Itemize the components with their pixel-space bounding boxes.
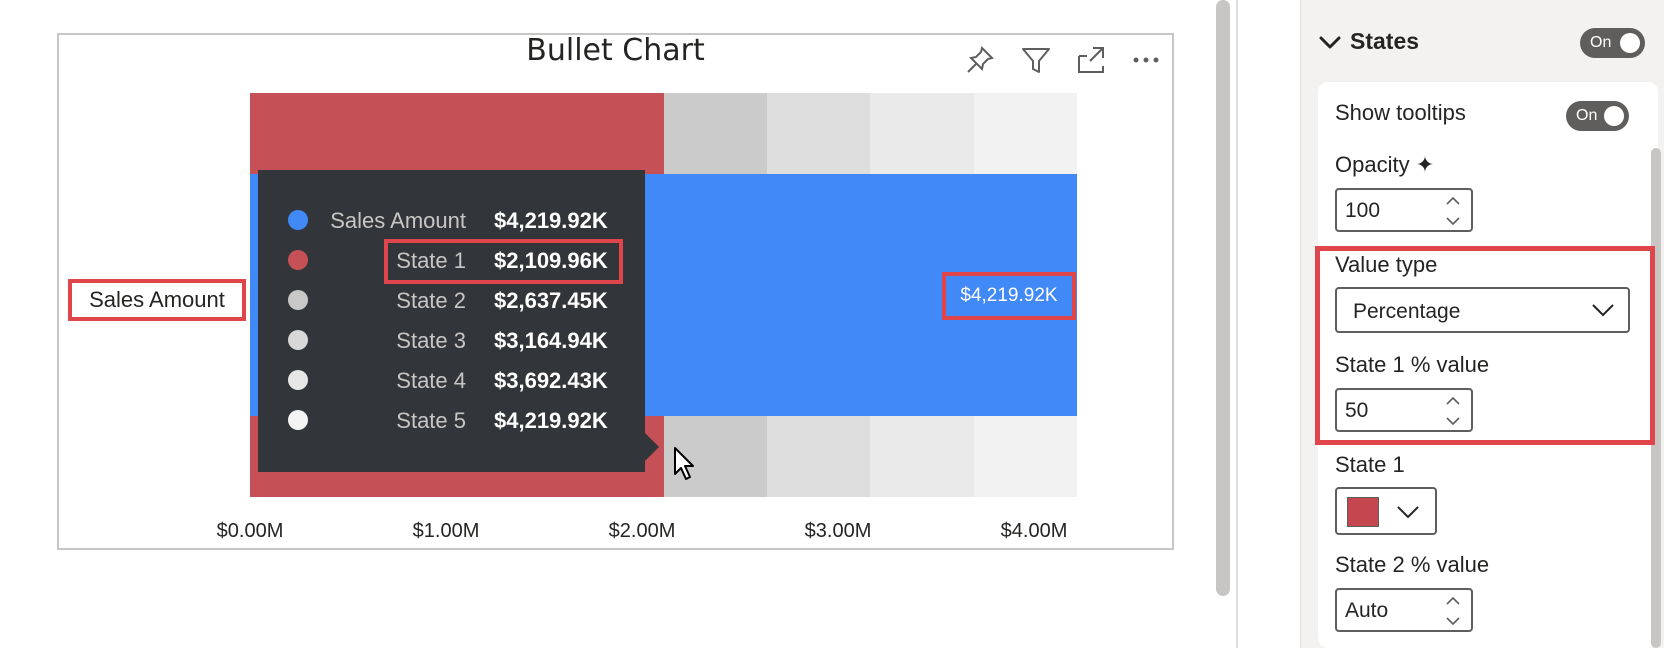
chevron-down-icon: [1395, 501, 1421, 528]
series-dot-icon: [288, 330, 308, 350]
tooltip-row-name: Sales Amount: [330, 208, 466, 233]
chevron-down-icon: [1590, 299, 1616, 326]
tooltip: Sales Amount $4,219.92K State 1 $2,109.9…: [258, 170, 645, 472]
focus-mode-icon[interactable]: [1073, 42, 1109, 78]
state1-pct-input[interactable]: 50: [1335, 388, 1473, 432]
state1-pct-value: 50: [1345, 399, 1369, 422]
value-type-label: Value type: [1335, 252, 1438, 277]
tooltip-row: State 2 $2,637.45K: [258, 280, 645, 320]
state1-pct-label: State 1 % value: [1335, 352, 1490, 377]
category-label: Sales Amount: [68, 279, 246, 321]
tooltip-row-value: $4,219.92K: [494, 408, 608, 433]
tooltip-row-name: State 4: [396, 368, 466, 393]
canvas-scrollbar[interactable]: [1216, 0, 1230, 596]
toggle-knob: [1620, 33, 1640, 53]
series-dot-icon: [288, 210, 308, 230]
value-type-dropdown[interactable]: Percentage: [1335, 287, 1630, 333]
value-type-selected: Percentage: [1353, 300, 1461, 323]
tooltip-row: Sales Amount $4,219.92K: [258, 200, 645, 240]
tooltip-row-value: $2,637.45K: [494, 288, 608, 313]
show-tooltips-label: Show tooltips: [1335, 100, 1466, 125]
series-dot-icon: [288, 290, 308, 310]
state2-pct-input[interactable]: Auto: [1335, 588, 1473, 632]
toggle-knob: [1604, 106, 1624, 126]
state1-label: State 1: [1335, 452, 1405, 477]
tooltip-row: State 5 $4,219.92K: [258, 400, 645, 440]
x-tick-label: $2.00M: [608, 520, 676, 542]
tooltip-state1-highlight: [384, 239, 623, 284]
more-options-icon[interactable]: [1128, 42, 1164, 78]
series-dot-icon: [288, 410, 308, 430]
sparkle-icon: ✦: [1415, 152, 1435, 177]
show-tooltips-toggle[interactable]: On: [1566, 101, 1629, 131]
mouse-cursor-icon: [673, 446, 697, 487]
opacity-label-text: Opacity: [1335, 152, 1410, 177]
x-tick-label: $0.00M: [216, 520, 284, 542]
color-swatch: [1347, 497, 1379, 527]
state1-color-picker[interactable]: [1335, 487, 1437, 535]
filter-icon[interactable]: [1018, 42, 1054, 78]
tooltip-pointer: [645, 433, 659, 461]
chevron-down-icon[interactable]: [1317, 30, 1343, 61]
tooltip-row-name: State 2: [396, 288, 466, 313]
spin-arrows-icon[interactable]: [1443, 194, 1463, 228]
pane-divider: [1236, 0, 1238, 648]
x-tick-label: $3.00M: [804, 520, 872, 542]
state2-pct-value: Auto: [1345, 599, 1389, 622]
pin-icon[interactable]: [962, 42, 998, 78]
tooltip-row-name: State 3: [396, 328, 466, 353]
x-tick-label: $1.00M: [412, 520, 480, 542]
states-toggle[interactable]: On: [1580, 28, 1645, 58]
section-title-states[interactable]: States: [1350, 28, 1419, 55]
tooltip-row-name: State 5: [396, 408, 466, 433]
opacity-input[interactable]: 100: [1335, 188, 1473, 232]
toggle-label: On: [1590, 34, 1612, 51]
toggle-label: On: [1576, 107, 1598, 124]
series-dot-icon: [288, 250, 308, 270]
spin-arrows-icon[interactable]: [1443, 594, 1463, 628]
opacity-label: Opacity ✦: [1335, 152, 1434, 178]
tooltip-row-value: $3,692.43K: [494, 368, 608, 393]
tooltip-row: State 4 $3,692.43K: [258, 360, 645, 400]
spin-arrows-icon[interactable]: [1443, 394, 1463, 428]
tooltip-row-value: $3,164.94K: [494, 328, 608, 353]
tooltip-row-value: $4,219.92K: [494, 208, 608, 233]
series-dot-icon: [288, 370, 308, 390]
opacity-value: 100: [1345, 199, 1381, 222]
x-tick-label: $4.00M: [1000, 520, 1068, 542]
state2-pct-label: State 2 % value: [1335, 552, 1490, 577]
data-label: $4,219.92K: [942, 272, 1076, 320]
tooltip-row: State 3 $3,164.94K: [258, 320, 645, 360]
chart-title: Bullet Chart: [526, 33, 705, 68]
